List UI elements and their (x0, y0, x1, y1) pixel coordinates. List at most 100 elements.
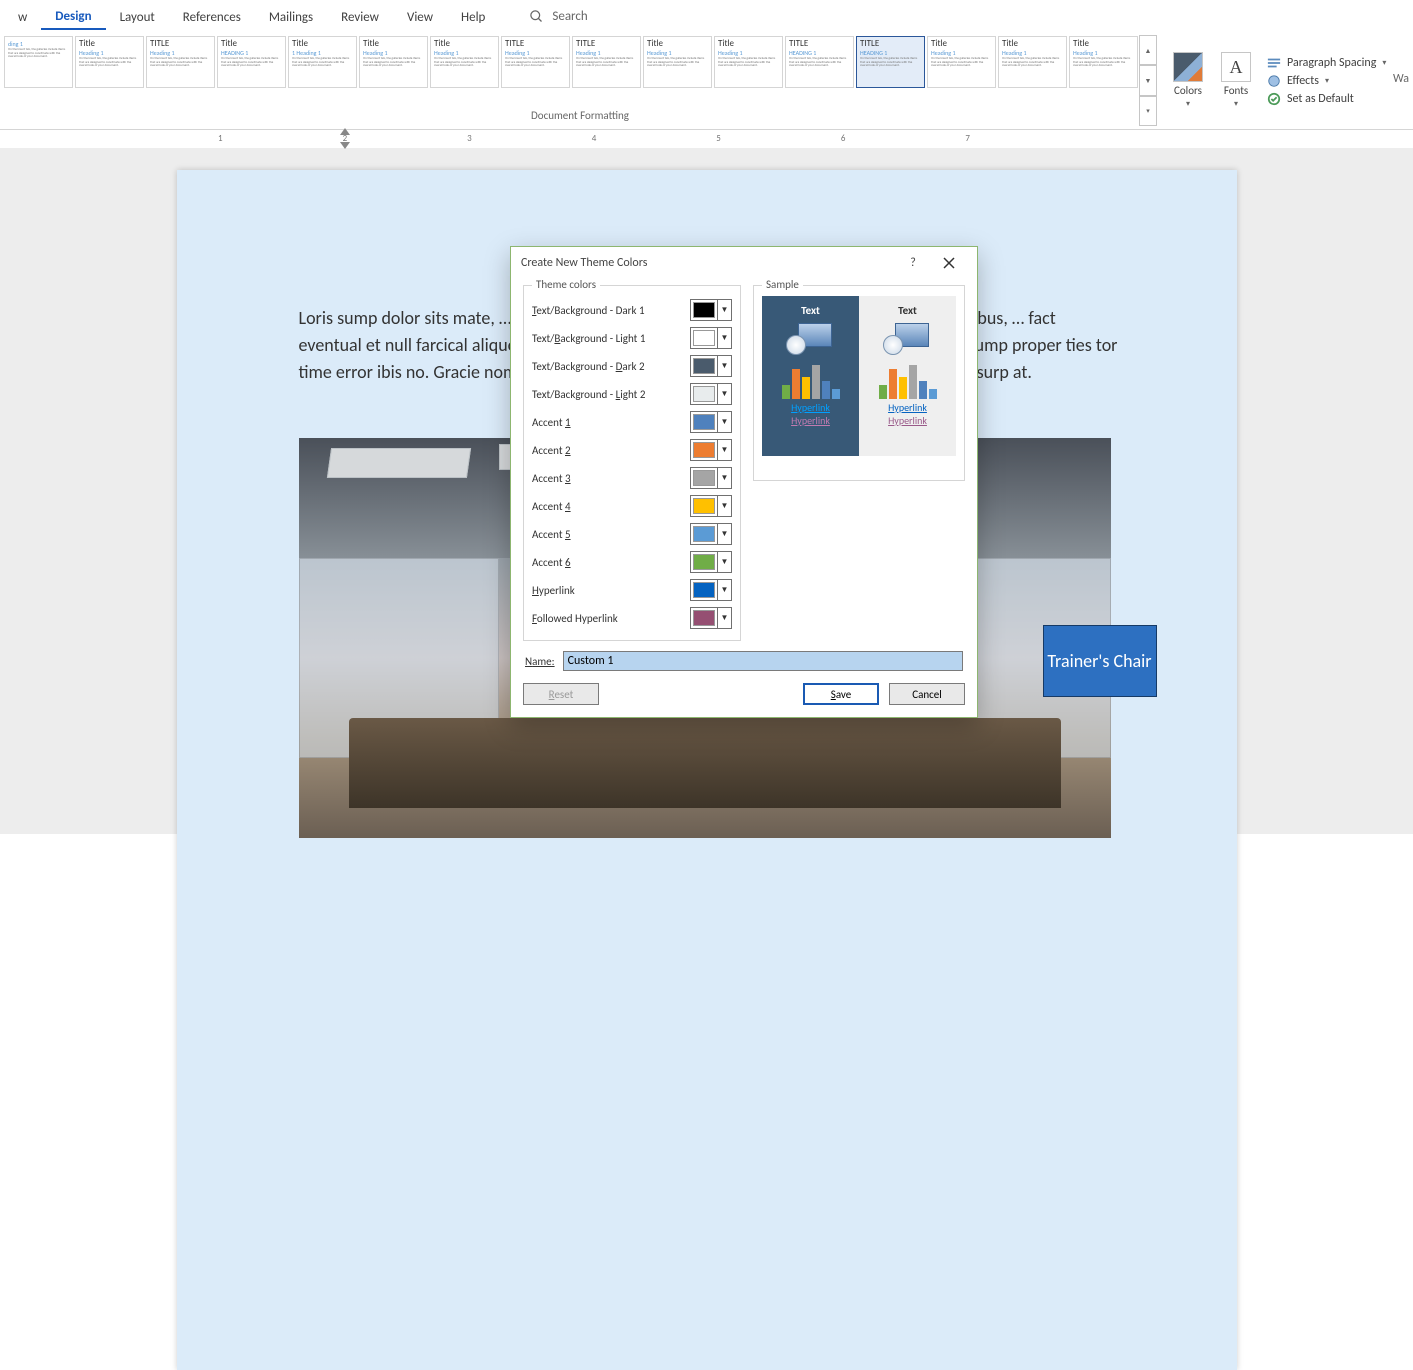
name-row: Name: (525, 651, 963, 671)
help-button[interactable]: ? (895, 249, 931, 277)
trainers-chair-callout[interactable]: Trainer's Chair (1043, 625, 1157, 697)
theme-color-picker-0[interactable]: ▼ (690, 299, 732, 321)
theme-color-row-10: Hyperlink▼ (532, 576, 732, 604)
cancel-button[interactable]: Cancel (889, 683, 965, 705)
style-card-2[interactable]: TITLEHeading 1On the Insert tab, the gal… (146, 36, 215, 88)
theme-color-label: Text/Background - Dark 2 (532, 360, 690, 373)
style-card-7[interactable]: TITLEHeading 1On the Insert tab, the gal… (501, 36, 570, 88)
reset-button[interactable]: Reset (523, 683, 599, 705)
style-card-14[interactable]: TitleHeading 1On the Insert tab, the gal… (998, 36, 1067, 88)
design-options: Paragraph Spacing ▾ Effects ▾ Set as Def… (1267, 35, 1386, 126)
theme-color-picker-8[interactable]: ▼ (690, 523, 732, 545)
style-card-10[interactable]: TitleHeading 1On the Insert tab, the gal… (714, 36, 783, 88)
tab-view[interactable]: View (393, 4, 447, 29)
theme-color-row-4: Accent 1▼ (532, 408, 732, 436)
theme-color-picker-9[interactable]: ▼ (690, 551, 732, 573)
style-card-0[interactable]: ding 1On the Insert tab, the galleries i… (4, 36, 73, 88)
style-card-5[interactable]: TitleHeading 1On the Insert tab, the gal… (359, 36, 428, 88)
style-card-1[interactable]: TitleHeading 1On the Insert tab, the gal… (75, 36, 144, 88)
effects-button[interactable]: Effects ▾ (1267, 74, 1386, 88)
theme-color-label: Hyperlink (532, 584, 690, 597)
ribbon-tabs: w Design Layout References Mailings Revi… (0, 0, 1413, 32)
gallery-up-button[interactable]: ▲ (1139, 35, 1157, 65)
theme-color-picker-11[interactable]: ▼ (690, 607, 732, 629)
tab-mailings[interactable]: Mailings (255, 4, 327, 29)
gallery-down-button[interactable]: ▼ (1139, 65, 1157, 95)
name-input[interactable] (563, 651, 963, 671)
theme-color-row-11: Followed Hyperlink▼ (532, 604, 732, 632)
save-button[interactable]: Save (803, 683, 879, 705)
sample-dark: Text (762, 296, 859, 456)
theme-color-label: Accent 6 (532, 556, 690, 569)
theme-color-picker-4[interactable]: ▼ (690, 411, 732, 433)
theme-color-label: Accent 1 (532, 416, 690, 429)
theme-color-row-1: Text/Background - Light 1▼ (532, 324, 732, 352)
chevron-down-icon: ▾ (1234, 99, 1238, 109)
set-default-button[interactable]: Set as Default (1267, 92, 1386, 106)
theme-controls: Colors ▾ A Fonts ▾ (1169, 35, 1255, 126)
theme-color-label: Accent 2 (532, 444, 690, 457)
tab-layout[interactable]: Layout (106, 4, 169, 29)
close-button[interactable] (931, 249, 967, 277)
sample-chart-light (879, 365, 937, 399)
search-icon (529, 9, 544, 24)
style-card-9[interactable]: TitleHeading 1On the Insert tab, the gal… (643, 36, 712, 88)
theme-color-label: Text/Background - Dark 1 (532, 304, 690, 317)
close-icon (943, 257, 955, 269)
tab-design[interactable]: Design (41, 3, 105, 30)
theme-color-picker-10[interactable]: ▼ (690, 579, 732, 601)
gallery-more-button[interactable]: ▾ (1139, 96, 1157, 126)
name-label: Name: (525, 655, 555, 668)
create-theme-colors-dialog: Create New Theme Colors ? Theme colors T… (510, 246, 978, 718)
theme-color-picker-6[interactable]: ▼ (690, 467, 732, 489)
style-card-6[interactable]: TitleHeading 1On the Insert tab, the gal… (430, 36, 499, 88)
sample-chart-dark (782, 365, 840, 399)
style-card-8[interactable]: TITLEHeading 1On the Insert tab, the gal… (572, 36, 641, 88)
fonts-button[interactable]: A Fonts ▾ (1217, 35, 1255, 126)
paragraph-spacing-button[interactable]: Paragraph Spacing ▾ (1267, 56, 1386, 70)
theme-color-label: Accent 5 (532, 528, 690, 541)
theme-color-picker-2[interactable]: ▼ (690, 355, 732, 377)
theme-color-label: Accent 4 (532, 500, 690, 513)
theme-color-row-9: Accent 6▼ (532, 548, 732, 576)
theme-color-picker-1[interactable]: ▼ (690, 327, 732, 349)
chevron-down-icon: ▾ (1382, 58, 1386, 68)
effects-icon (1267, 74, 1281, 88)
search-box[interactable]: Search (529, 9, 587, 24)
style-card-3[interactable]: TitleHEADING 1On the Insert tab, the gal… (217, 36, 286, 88)
chevron-down-icon: ▾ (1186, 99, 1190, 109)
paragraph-spacing-icon (1267, 56, 1281, 70)
theme-color-label: Text/Background - Light 2 (532, 388, 690, 401)
tab-references[interactable]: References (169, 4, 255, 29)
style-card-13[interactable]: TitleHeading 1On the Insert tab, the gal… (927, 36, 996, 88)
theme-color-picker-5[interactable]: ▼ (690, 439, 732, 461)
gallery-scrollbar: ▲ ▼ ▾ (1139, 35, 1157, 126)
style-gallery[interactable]: ding 1On the Insert tab, the galleries i… (3, 35, 1139, 93)
theme-color-row-7: Accent 4▼ (532, 492, 732, 520)
theme-color-label: Followed Hyperlink (532, 612, 690, 625)
theme-color-row-3: Text/Background - Light 2▼ (532, 380, 732, 408)
tab-review[interactable]: Review (327, 4, 393, 29)
ribbon-design: ding 1On the Insert tab, the galleries i… (0, 32, 1413, 130)
theme-color-row-5: Accent 2▼ (532, 436, 732, 464)
tab-w[interactable]: w (4, 4, 41, 29)
style-card-4[interactable]: Title1 Heading 1On the Insert tab, the g… (288, 36, 357, 88)
group-label-formatting: Document Formatting (3, 109, 1157, 122)
tab-help[interactable]: Help (447, 4, 499, 29)
theme-colors-group: Theme colors Text/Background - Dark 1▼Te… (523, 285, 741, 641)
dialog-title-text: Create New Theme Colors (521, 256, 647, 270)
sample-group: Sample Text (753, 285, 965, 481)
style-card-12[interactable]: TITLEHEADING 1On the Insert tab, the gal… (856, 36, 925, 88)
dialog-buttons: Reset Save Cancel (523, 683, 965, 705)
theme-color-row-2: Text/Background - Dark 2▼ (532, 352, 732, 380)
colors-button[interactable]: Colors ▾ (1169, 35, 1207, 126)
theme-color-picker-3[interactable]: ▼ (690, 383, 732, 405)
theme-color-label: Text/Background - Light 1 (532, 332, 690, 345)
style-card-15[interactable]: TitleHeading 1On the Insert tab, the gal… (1069, 36, 1138, 88)
theme-color-picker-7[interactable]: ▼ (690, 495, 732, 517)
dialog-titlebar: Create New Theme Colors ? (511, 247, 977, 279)
sample-light: Text (859, 296, 956, 456)
theme-color-label: Accent 3 (532, 472, 690, 485)
style-card-11[interactable]: TITLEHEADING 1On the Insert tab, the gal… (785, 36, 854, 88)
horizontal-ruler[interactable]: 1234567 (0, 130, 1413, 148)
